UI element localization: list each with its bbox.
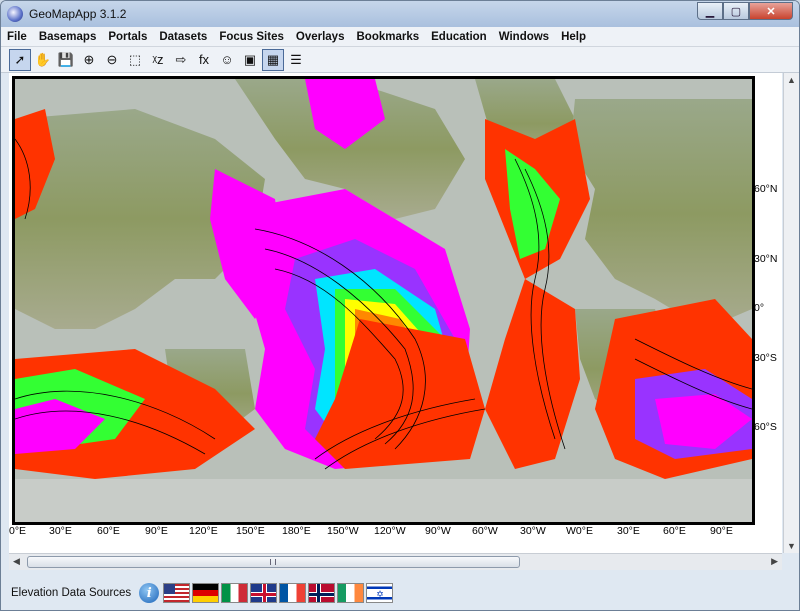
select-arrow-icon: ➚ [14,51,26,67]
ireland-flag-icon[interactable] [337,583,365,603]
menu-file[interactable]: File [1,31,33,43]
scroll-right-icon[interactable]: ▶ [771,556,778,567]
digitize-icon: ⇨ [175,51,187,67]
layers-list-tool[interactable]: ☰ [285,49,307,71]
digitize-tool[interactable]: ⇨ [170,49,192,71]
lon-label: 60°E [97,525,120,537]
close-button[interactable]: ✕ [749,2,793,20]
pan-hand-icon: ✋ [34,51,52,67]
select-rectangle-icon: ⬚ [128,51,142,67]
window-title: GeoMapApp 3.1.2 [29,7,127,21]
frame-icon: ▣ [243,51,257,67]
frame-tool[interactable]: ▣ [239,49,261,71]
menu-bookmarks[interactable]: Bookmarks [350,31,425,43]
close-icon: ✕ [766,5,776,18]
minimize-button[interactable]: ▁ [697,2,723,20]
zoom-out-tool[interactable]: ⊖ [101,49,123,71]
germany-flag-icon[interactable] [192,583,220,603]
title-bar[interactable]: GeoMapApp 3.1.2 ▁ ▢ ✕ [1,1,799,27]
map-panel[interactable]: 60°N 30°N 0° 30°S 60°S 0°E 30°E 60°E 90°… [9,73,782,553]
lon-label: 150°W [327,525,359,537]
menu-overlays[interactable]: Overlays [290,31,351,43]
function-tool[interactable]: fx [193,49,215,71]
lon-label: 90°W [425,525,451,537]
scroll-left-icon[interactable]: ◀ [13,556,20,567]
select-rectangle-tool[interactable]: ⬚ [124,49,146,71]
maximize-icon: ▢ [730,5,742,18]
app-window: GeoMapApp 3.1.2 ▁ ▢ ✕ File Basemaps Port… [0,0,800,611]
menu-education[interactable]: Education [425,31,493,43]
elevation-sources-label: Elevation Data Sources [11,587,132,599]
italy-flag-icon[interactable] [221,583,249,603]
scroll-up-icon[interactable]: ▲ [787,75,796,85]
menu-help[interactable]: Help [555,31,592,43]
info-icon[interactable]: i [139,583,160,603]
lon-label: 60°W [472,525,498,537]
menu-datasets[interactable]: Datasets [153,31,213,43]
grid-tool[interactable]: ▦ [262,48,284,71]
status-bar: Elevation Data Sources i ✡ [1,576,799,610]
scroll-down-icon[interactable]: ▼ [787,541,796,551]
lon-label: 30°E [49,525,72,537]
save-tool[interactable]: 💾 [55,49,77,71]
lon-label: 120°E [189,525,218,537]
lat-label-60n: 60°N [754,183,778,195]
minimize-icon: ▁ [705,5,715,18]
france-flag-icon[interactable] [279,583,307,603]
horizontal-scroll-thumb[interactable] [27,556,520,568]
vertical-scrollbar[interactable]: ▲ ▼ [783,73,799,553]
lon-label: 30°E [617,525,640,537]
lat-label-0: 0° [754,302,765,314]
world-map[interactable] [15,79,752,522]
israel-flag-icon[interactable]: ✡ [366,583,394,603]
xyz-profile-tool[interactable]: ᵡz [147,49,169,71]
menu-windows[interactable]: Windows [493,31,555,43]
toolbar: ➚ ✋ 💾 ⊕ ⊖ ⬚ ᵡz ⇨ fx ☺ ▣ ▦ ☰ [1,47,799,73]
lat-label-30n: 30°N [754,253,778,265]
norway-flag-icon[interactable] [308,583,336,603]
menu-bar: File Basemaps Portals Datasets Focus Sit… [1,27,799,47]
horizontal-scrollbar[interactable]: ◀ ▶ [9,553,782,570]
pan-hand-tool[interactable]: ✋ [32,49,54,71]
usa-flag-icon[interactable] [163,583,191,603]
lon-label: 90°E [145,525,168,537]
contour-icon: ☺ [220,52,234,67]
contour-tool[interactable]: ☺ [216,49,238,71]
lon-label: 180°E [282,525,311,537]
menu-basemaps[interactable]: Basemaps [33,31,103,43]
lon-label: 90°E [710,525,733,537]
xyz-profile-icon: ᵡz [152,52,164,67]
maximize-button[interactable]: ▢ [723,2,749,20]
menu-focus-sites[interactable]: Focus Sites [213,31,290,43]
lon-label: 120°W [374,525,406,537]
lon-label: 60°E [663,525,686,537]
layers-list-icon: ☰ [290,51,302,67]
zoom-in-icon: ⊕ [83,51,95,67]
lon-label: 30°W [520,525,546,537]
lon-label: 0°E [9,525,27,537]
lon-label: W0°E [566,525,593,537]
select-arrow-tool[interactable]: ➚ [9,48,31,71]
grid-icon: ▦ [266,51,280,67]
function-icon: fx [198,52,210,67]
map-view[interactable] [12,76,755,525]
zoom-in-tool[interactable]: ⊕ [78,49,100,71]
zoom-out-icon: ⊖ [106,51,118,67]
lat-label-30s: 30°S [754,352,777,364]
save-icon: 💾 [57,51,75,67]
lon-label: 150°E [236,525,265,537]
menu-portals[interactable]: Portals [102,31,153,43]
uk-flag-icon[interactable] [250,583,278,603]
globe-icon [7,6,23,22]
lat-label-60s: 60°S [754,421,777,433]
